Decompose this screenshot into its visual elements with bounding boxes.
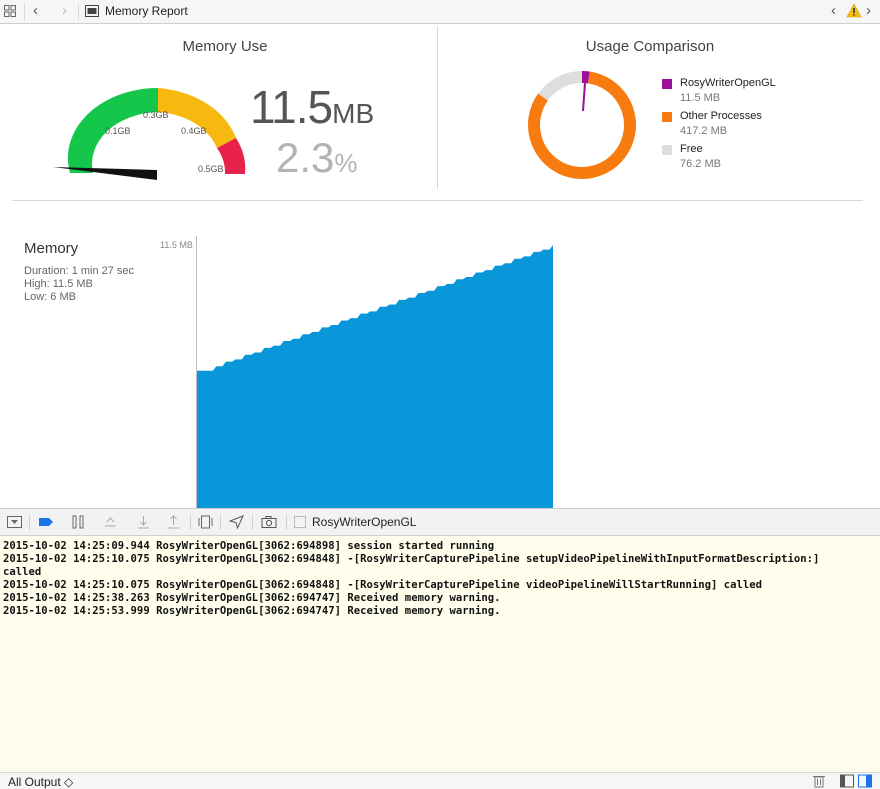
trash-icon[interactable] [812,774,826,788]
usage-comparison-title: Usage Comparison [585,38,715,55]
memory-percent-unit: % [334,148,358,178]
legend-name: RosyWriterOpenGL [680,77,776,89]
memory-area-series [197,245,553,508]
gauge-yellow-arc [158,88,236,148]
back-chevron-icon[interactable]: ‹ [33,3,38,19]
legend-value: 11.5 MB [680,92,721,104]
pause-icon[interactable] [71,515,85,529]
breakpoints-toggle-icon[interactable] [38,515,54,529]
console-status-bar: All Output ◇ [0,772,880,789]
separator [220,515,221,530]
donut-slice [538,71,582,101]
step-into-icon[interactable] [136,515,151,529]
step-over-icon[interactable] [103,515,118,529]
usage-donut-chart [528,71,636,179]
memory-low: Low: 6 MB [24,291,76,303]
warning-icon[interactable] [846,3,862,18]
separator [252,515,253,530]
step-out-icon[interactable] [166,515,181,529]
forward-chevron-icon[interactable]: › [62,3,67,19]
donut-app-marker [582,83,587,112]
jump-bar: ‹ › Memory Report ‹ › [0,0,880,24]
console-line: 2015-10-02 14:25:09.944 RosyWriterOpenGL… [3,540,495,552]
memory-value-unit: MB [332,98,375,129]
legend-name: Free [680,143,703,155]
console-line: 2015-10-02 14:25:38.263 RosyWriterOpenGL… [3,592,501,604]
separator [286,515,287,530]
gauge-label: 0.3GB [143,110,169,120]
separator [24,4,25,20]
legend-swatch [662,112,672,122]
console-output[interactable]: 2015-10-02 14:25:09.944 RosyWriterOpenGL… [0,536,880,772]
memory-use-title: Memory Use [182,38,268,55]
legend-value: 76.2 MB [680,158,721,170]
separator [29,515,30,530]
related-items-grid-icon[interactable] [4,5,16,17]
memory-gauge: 0.1GB 0.3GB 0.4GB 0.5GB [53,87,246,180]
show-variables-view-icon[interactable] [840,774,854,788]
console-line: called [3,566,42,578]
memory-area-chart [196,236,553,508]
next-issue-chevron-icon[interactable]: › [866,3,871,19]
console-line: 2015-10-02 14:25:10.075 RosyWriterOpenGL… [3,579,762,591]
simulate-location-icon[interactable] [229,515,244,529]
legend-swatch [662,145,672,155]
gauge-label: 0.5GB [198,164,224,174]
output-filter-popup[interactable]: All Output ◇ [8,775,73,789]
memory-duration: Duration: 1 min 27 sec [24,265,135,277]
memory-report-icon [85,5,99,17]
debug-toolbar: RosyWriterOpenGL [0,508,880,536]
memory-percent: 2.3% [276,134,358,182]
hide-debug-area-icon[interactable] [7,515,22,529]
debug-target-name[interactable]: RosyWriterOpenGL [312,515,416,529]
console-line: 2015-10-02 14:25:10.075 RosyWriterOpenGL… [3,553,820,565]
memory-value-number: 11.5 [250,81,333,133]
y-axis-tick-label: 11.5 MB [160,240,193,250]
memory-high: High: 11.5 MB [24,278,93,290]
camera-icon[interactable] [261,515,277,529]
console-line: 2015-10-02 14:25:53.999 RosyWriterOpenGL… [3,605,501,617]
gauge-needle [53,167,157,180]
legend-swatch [662,79,672,89]
previous-issue-chevron-icon[interactable]: ‹ [831,3,836,19]
separator [190,515,191,530]
show-console-view-icon[interactable] [858,774,872,788]
memory-timeline-title: Memory [24,240,79,257]
legend-value: 417.2 MB [680,125,728,137]
separator [78,4,79,20]
breadcrumb[interactable]: Memory Report [105,4,188,18]
view-hierarchy-icon[interactable] [198,515,213,529]
legend-name: Other Processes [680,110,762,122]
gauge-label: 0.4GB [181,126,207,136]
memory-percent-number: 2.3 [276,134,335,181]
target-app-icon [294,515,306,529]
memory-value: 11.5MB [250,80,374,134]
gauge-label: 0.1GB [105,126,131,136]
section-divider [12,200,863,201]
panel-divider [437,26,438,189]
